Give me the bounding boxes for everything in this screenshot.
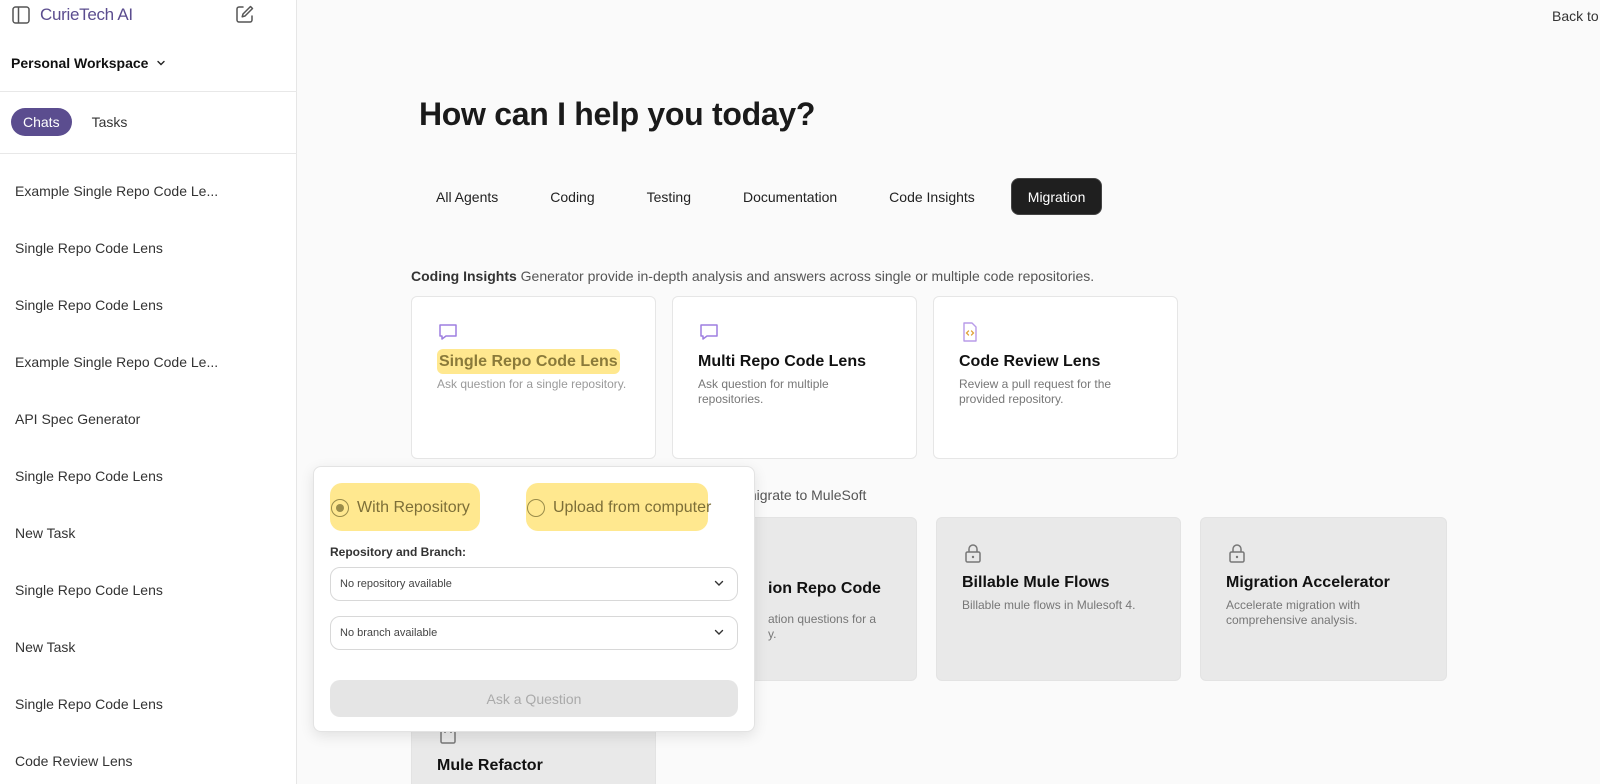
card-title: Code Review Lens [959, 353, 1101, 370]
agent-card-multi-repo[interactable]: Multi Repo Code Lens Ask question for mu… [672, 296, 917, 459]
chat-history-item[interactable]: Single Repo Code Lens [0, 276, 297, 333]
radio-label: Upload from computer [553, 499, 712, 516]
chat-history-item[interactable]: New Task [0, 504, 297, 561]
agent-tabs: All Agents Coding Testing Documentation … [420, 178, 1122, 215]
code-file-icon [959, 321, 981, 343]
sidebar: CurieTech AI Personal Workspace Chats Ta… [0, 0, 297, 784]
sidebar-toggle-icon[interactable] [10, 4, 32, 26]
chat-history-item[interactable]: API Spec Generator [0, 390, 297, 447]
chevron-down-icon [156, 55, 166, 71]
brand-name: CurieTech AI [40, 5, 133, 24]
lock-icon [962, 542, 984, 564]
section-text: Generator provide in-depth analysis and … [516, 268, 1095, 284]
divider [0, 153, 297, 154]
tab-testing[interactable]: Testing [631, 178, 707, 215]
card-description: Billable mule flows in Mulesoft 4. [962, 598, 1136, 612]
branch-select[interactable]: No branch available [330, 616, 738, 650]
chat-history-item[interactable]: Single Repo Code Lens [0, 561, 297, 618]
agent-card-migration-accelerator[interactable]: Migration Accelerator Accelerate migrati… [1200, 517, 1447, 681]
chat-history-item[interactable]: Single Repo Code Lens [0, 675, 297, 732]
workspace-selector[interactable]: Personal Workspace [11, 55, 166, 71]
tab-code-insights[interactable]: Code Insights [873, 178, 991, 215]
chat-task-toggle: Chats Tasks [11, 108, 139, 136]
repository-select-value: No repository available [340, 578, 452, 590]
workspace-label: Personal Workspace [11, 55, 149, 71]
radio-label: With Repository [357, 499, 470, 516]
card-description: Ask question for multiple repositories. [698, 377, 829, 406]
card-description: Accelerate migration with comprehensive … [1226, 598, 1361, 627]
radio-upload-from-computer[interactable]: Upload from computer [527, 495, 711, 521]
chat-history-item[interactable]: Single Repo Code Lens [0, 219, 297, 276]
chat-bubble-icon [698, 321, 720, 343]
ask-question-button[interactable]: Ask a Question [330, 680, 738, 717]
chat-history-item[interactable]: Single Repo Code Lens [0, 447, 297, 504]
chat-history-list: Example Single Repo Code Le... Single Re… [0, 162, 297, 784]
card-title-text: Single Repo Code Lens [437, 349, 620, 374]
branch-select-value: No branch available [340, 627, 438, 639]
card-title: Mule Refactor [437, 757, 543, 774]
repository-branch-label: Repository and Branch: [330, 545, 467, 559]
card-description: Ask question for a single repository. [437, 377, 627, 391]
radio-unselected-icon [527, 499, 545, 517]
tab-migration[interactable]: Migration [1010, 178, 1103, 215]
repository-popup: With Repository Upload from computer Rep… [313, 466, 755, 732]
radio-selected-icon [331, 499, 349, 517]
section2-description: migrate to MuleSoft [745, 487, 867, 503]
card-description: Review a pull request for the provided r… [959, 377, 1112, 406]
agent-card-code-review[interactable]: Code Review Lens Review a pull request f… [933, 296, 1178, 459]
chat-history-item[interactable]: Example Single Repo Code Le... [0, 162, 297, 219]
chevron-down-icon [713, 577, 725, 592]
radio-with-repository[interactable]: With Repository [331, 495, 470, 521]
chat-history-item[interactable]: Code Review Lens [0, 732, 297, 784]
tab-documentation[interactable]: Documentation [727, 178, 853, 215]
card-title: Billable Mule Flows [962, 574, 1110, 591]
lock-icon [1226, 542, 1248, 564]
repository-select[interactable]: No repository available [330, 567, 738, 601]
agent-card-billable-mule-flows[interactable]: Billable Mule Flows Billable mule flows … [936, 517, 1181, 681]
tab-tasks[interactable]: Tasks [80, 108, 140, 136]
agent-card-single-repo[interactable]: Single Repo Code Lens Ask question for a… [411, 296, 656, 459]
tab-chats[interactable]: Chats [11, 108, 72, 136]
chat-history-item[interactable]: New Task [0, 618, 297, 675]
chevron-down-icon [713, 626, 725, 641]
section-title: Coding Insights [411, 268, 517, 284]
card-title: Single Repo Code Lens [437, 349, 630, 374]
sidebar-header: CurieTech AI [0, 0, 296, 30]
page-title: How can I help you today? [419, 96, 816, 132]
chat-bubble-icon [437, 321, 459, 343]
tab-all-agents[interactable]: All Agents [420, 178, 514, 215]
tab-coding[interactable]: Coding [534, 178, 610, 215]
new-chat-icon[interactable] [234, 3, 256, 25]
chat-history-item[interactable]: Example Single Repo Code Le... [0, 333, 297, 390]
card-title: Multi Repo Code Lens [698, 353, 866, 370]
divider [0, 91, 297, 92]
back-link[interactable]: Back to [1552, 8, 1599, 24]
section-description: Coding Insights Generator provide in-dep… [411, 268, 1094, 284]
card-title: Migration Accelerator [1226, 574, 1390, 591]
